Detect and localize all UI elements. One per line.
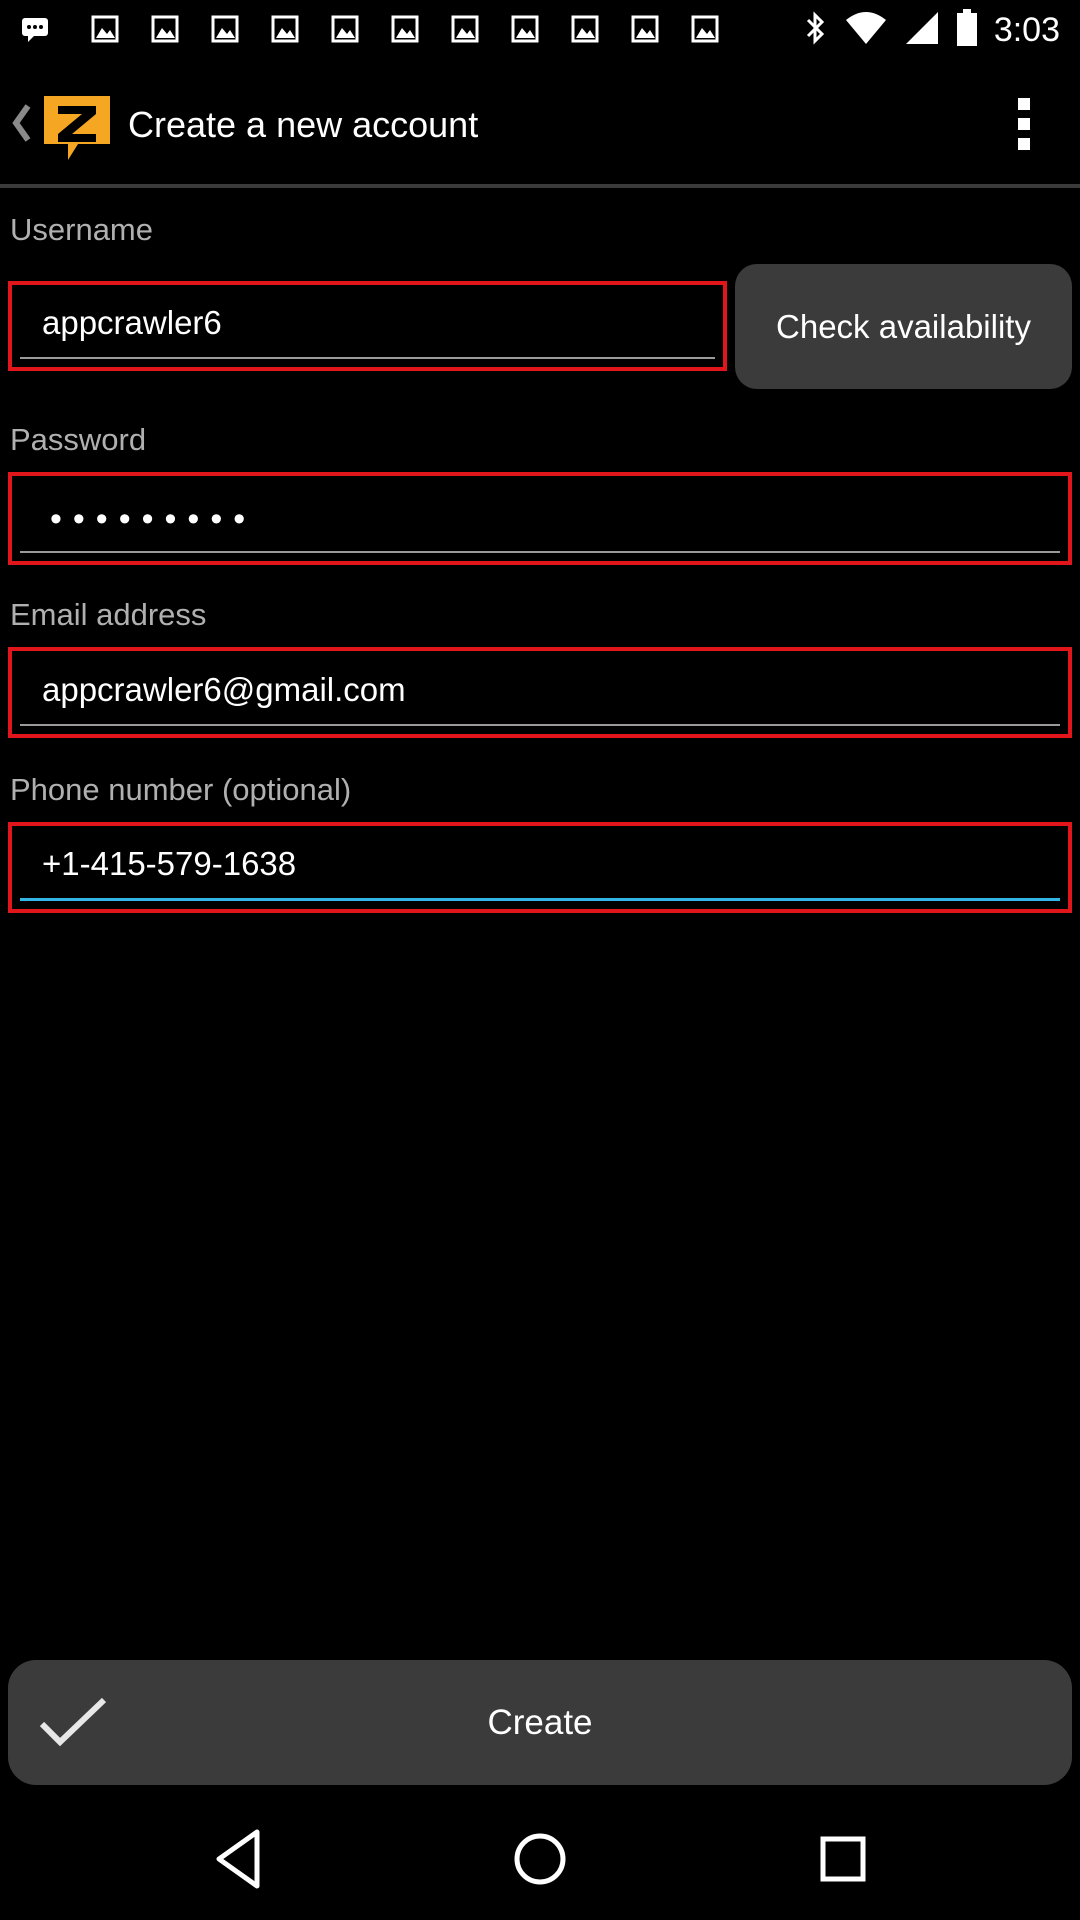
email-label: Email address (10, 597, 207, 632)
back-chevron-icon[interactable] (8, 100, 34, 146)
phone-label: Phone number (optional) (10, 772, 352, 807)
password-masked-value: ••••••••• (50, 500, 257, 538)
app-logo-icon[interactable] (38, 90, 116, 164)
action-bar: Create a new account (0, 60, 1080, 184)
photo-icon (90, 14, 120, 44)
check-availability-button[interactable]: Check availability (735, 264, 1072, 389)
username-input[interactable] (20, 289, 715, 359)
wifi-icon (844, 10, 888, 51)
photo-icon (570, 14, 600, 44)
create-button-label: Create (487, 1702, 593, 1742)
photo-icon (330, 14, 360, 44)
photo-icon (510, 14, 540, 44)
photo-icon (390, 14, 420, 44)
phone-input[interactable] (20, 830, 1060, 901)
password-field-frame: ••••••••• (8, 472, 1072, 565)
overflow-menu-icon[interactable] (1004, 94, 1044, 154)
photo-icon (630, 14, 660, 44)
status-bar: 3:03 (0, 0, 1080, 60)
action-bar-divider (0, 184, 1080, 188)
photo-icon (270, 14, 300, 44)
nav-home-icon[interactable] (505, 1824, 575, 1894)
photo-icon (450, 14, 480, 44)
email-input[interactable] (20, 655, 1060, 726)
password-label: Password (10, 422, 147, 457)
clock: 3:03 (993, 10, 1060, 49)
nav-back-icon[interactable] (205, 1824, 275, 1894)
nav-recents-icon[interactable] (808, 1824, 878, 1894)
page-title: Create a new account (128, 104, 479, 145)
bluetooth-icon (804, 10, 828, 51)
status-indicators: 3:03 (804, 8, 1060, 52)
email-field-frame (8, 647, 1072, 738)
username-field-frame (8, 281, 727, 371)
username-label: Username (10, 212, 153, 247)
phone-field-frame (8, 822, 1072, 913)
battery-icon (956, 8, 978, 52)
system-nav-bar (0, 1794, 1080, 1920)
signal-icon (904, 10, 940, 51)
message-icon (20, 14, 50, 44)
photo-icon (150, 14, 180, 44)
create-button[interactable]: Create (8, 1660, 1072, 1785)
password-input[interactable]: ••••••••• (20, 480, 1060, 553)
photo-icon (210, 14, 240, 44)
photo-icon (690, 14, 720, 44)
